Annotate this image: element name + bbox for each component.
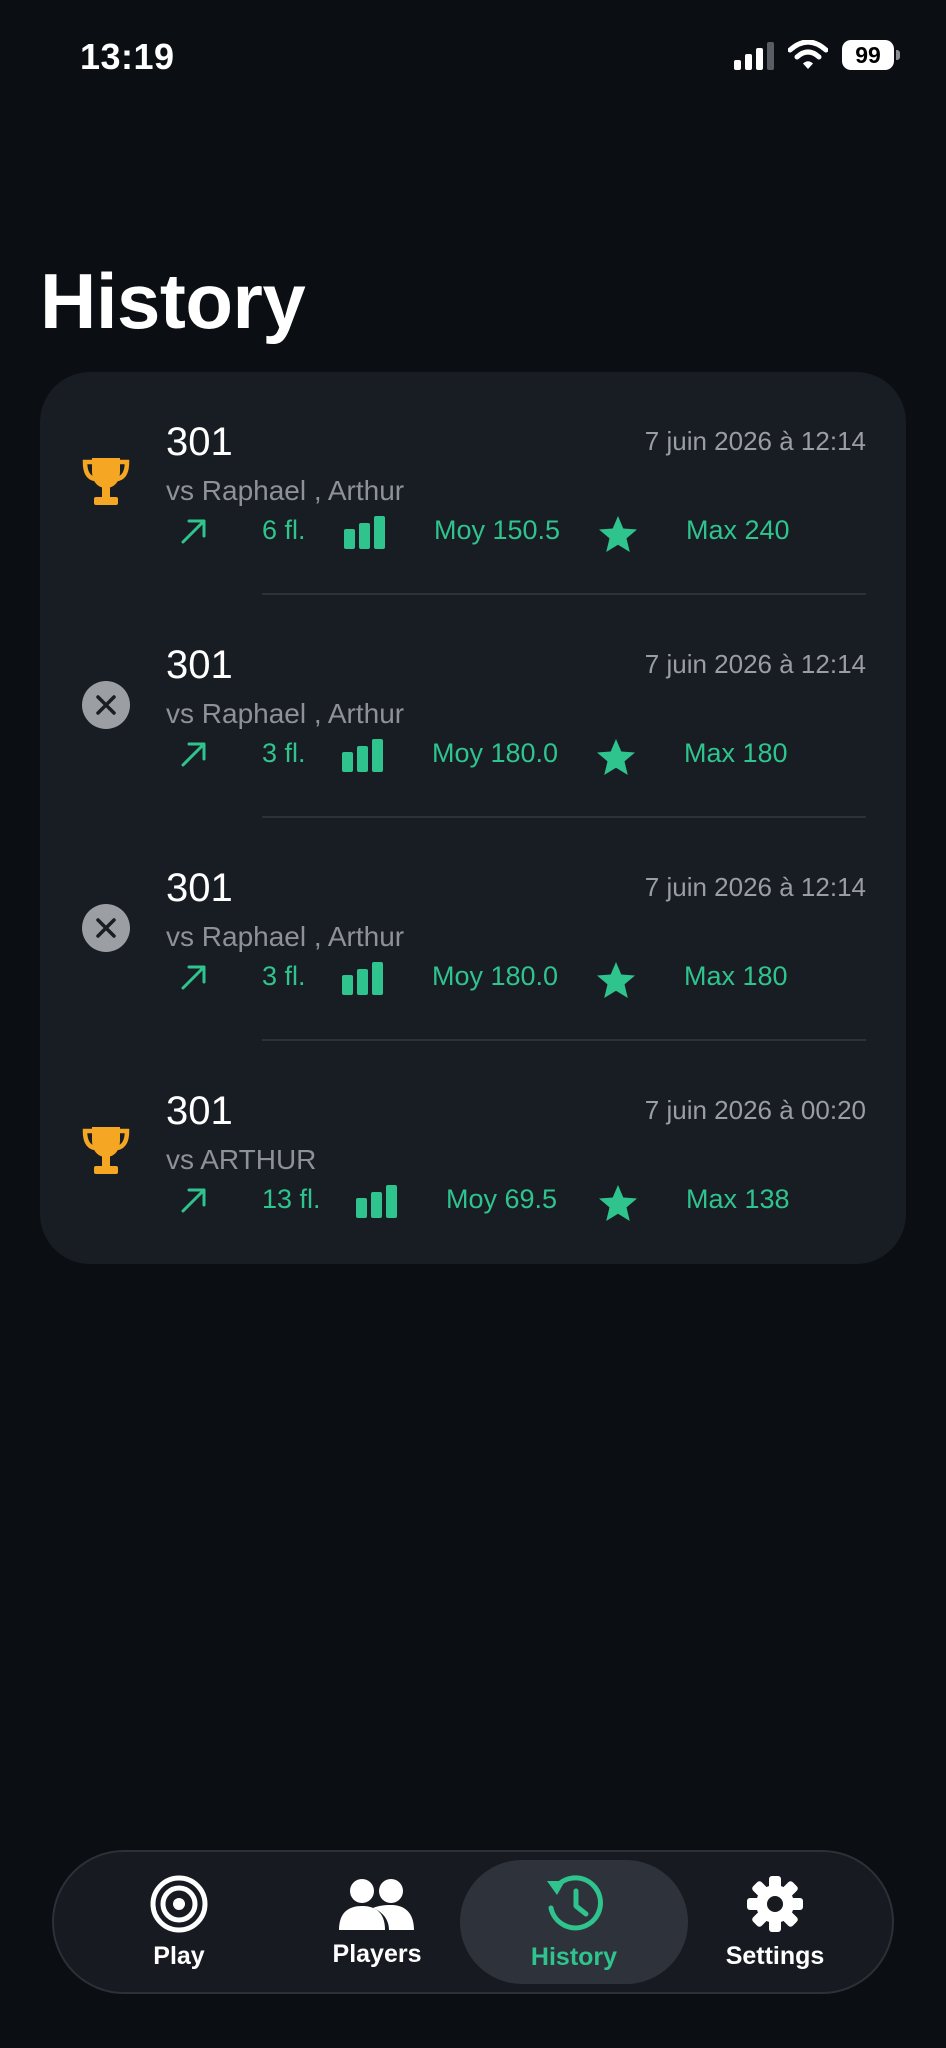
tab-players[interactable]: Players: [272, 1852, 482, 1992]
darts-count: 6 fl.: [262, 515, 306, 545]
max-score: Max 180: [684, 738, 788, 768]
trend-arrow-icon: [178, 961, 210, 993]
game-date: 7 juin 2026 à 12:14: [644, 649, 866, 679]
game-row[interactable]: 301 7 juin 2026 à 12:14 vs Raphael , Art…: [40, 818, 906, 1041]
game-opponents: vs Raphael , Arthur: [166, 475, 405, 506]
page-title: History: [40, 257, 306, 345]
max-score: Max 240: [686, 515, 790, 545]
trophy-icon: [80, 1125, 132, 1177]
trend-arrow-icon: [178, 1184, 210, 1216]
game-row[interactable]: 301 7 juin 2026 à 12:14 vs Raphael , Art…: [40, 595, 906, 818]
tab-label: Players: [332, 1939, 422, 1968]
star-icon: [598, 1184, 638, 1222]
history-clock-icon: [547, 1874, 603, 1930]
people-icon: [339, 1878, 414, 1930]
tab-label: Settings: [725, 1941, 825, 1970]
status-icons: 99: [734, 40, 900, 70]
status-bar: 13:19 99: [0, 0, 946, 120]
target-icon: [150, 1875, 208, 1932]
game-date: 7 juin 2026 à 12:14: [644, 872, 866, 902]
game-opponents: vs Raphael , Arthur: [166, 921, 405, 952]
close-circle-icon: [80, 679, 132, 731]
tab-label: History: [530, 1942, 618, 1971]
game-opponents: vs Raphael , Arthur: [166, 698, 405, 729]
tab-history[interactable]: History: [460, 1860, 688, 1984]
game-date: 7 juin 2026 à 00:20: [644, 1095, 866, 1125]
darts-count: 3 fl.: [262, 738, 306, 768]
tab-label: Play: [153, 1941, 205, 1970]
battery-level: 99: [842, 40, 894, 70]
max-score: Max 180: [684, 961, 788, 991]
bar-chart-icon: [356, 1184, 400, 1220]
status-time: 13:19: [80, 36, 175, 77]
battery-indicator: 99: [842, 40, 900, 70]
darts-count: 3 fl.: [262, 961, 306, 991]
game-row[interactable]: 301 7 juin 2026 à 12:14 vs Raphael , Art…: [40, 372, 906, 595]
tab-settings[interactable]: Settings: [670, 1852, 880, 1992]
darts-count: 13 fl.: [262, 1184, 321, 1214]
gear-icon: [747, 1875, 803, 1932]
bar-chart-icon: [344, 515, 388, 551]
star-icon: [596, 961, 636, 999]
star-icon: [598, 515, 638, 553]
max-score: Max 138: [686, 1184, 790, 1214]
average-score: Moy 180.0: [432, 961, 559, 991]
cellular-signal-icon: [734, 40, 774, 70]
game-title: 301: [166, 420, 233, 464]
close-circle-icon: [80, 902, 132, 954]
game-title: 301: [166, 643, 233, 687]
game-row[interactable]: 301 7 juin 2026 à 00:20 vs ARTHUR 13 fl.…: [40, 1041, 906, 1264]
battery-cap: [896, 50, 900, 60]
game-date: 7 juin 2026 à 12:14: [644, 426, 866, 456]
game-title: 301: [166, 866, 233, 910]
average-score: Moy 150.5: [434, 515, 561, 545]
game-title: 301: [166, 1089, 233, 1133]
history-screen: 13:19 99 History 301 7 juin 2026 à 12:14…: [0, 0, 946, 2048]
history-list: 301 7 juin 2026 à 12:14 vs Raphael , Art…: [40, 372, 906, 1264]
trend-arrow-icon: [178, 515, 210, 547]
star-icon: [596, 738, 636, 776]
average-score: Moy 69.5: [446, 1184, 558, 1214]
trend-arrow-icon: [178, 738, 210, 770]
tab-bar: Play Players History Settings: [52, 1850, 894, 1994]
tab-play[interactable]: Play: [74, 1852, 284, 1992]
bar-chart-icon: [342, 961, 386, 997]
game-opponents: vs ARTHUR: [166, 1144, 317, 1175]
wifi-icon: [788, 40, 828, 69]
bar-chart-icon: [342, 738, 386, 774]
trophy-icon: [80, 456, 132, 508]
average-score: Moy 180.0: [432, 738, 559, 768]
